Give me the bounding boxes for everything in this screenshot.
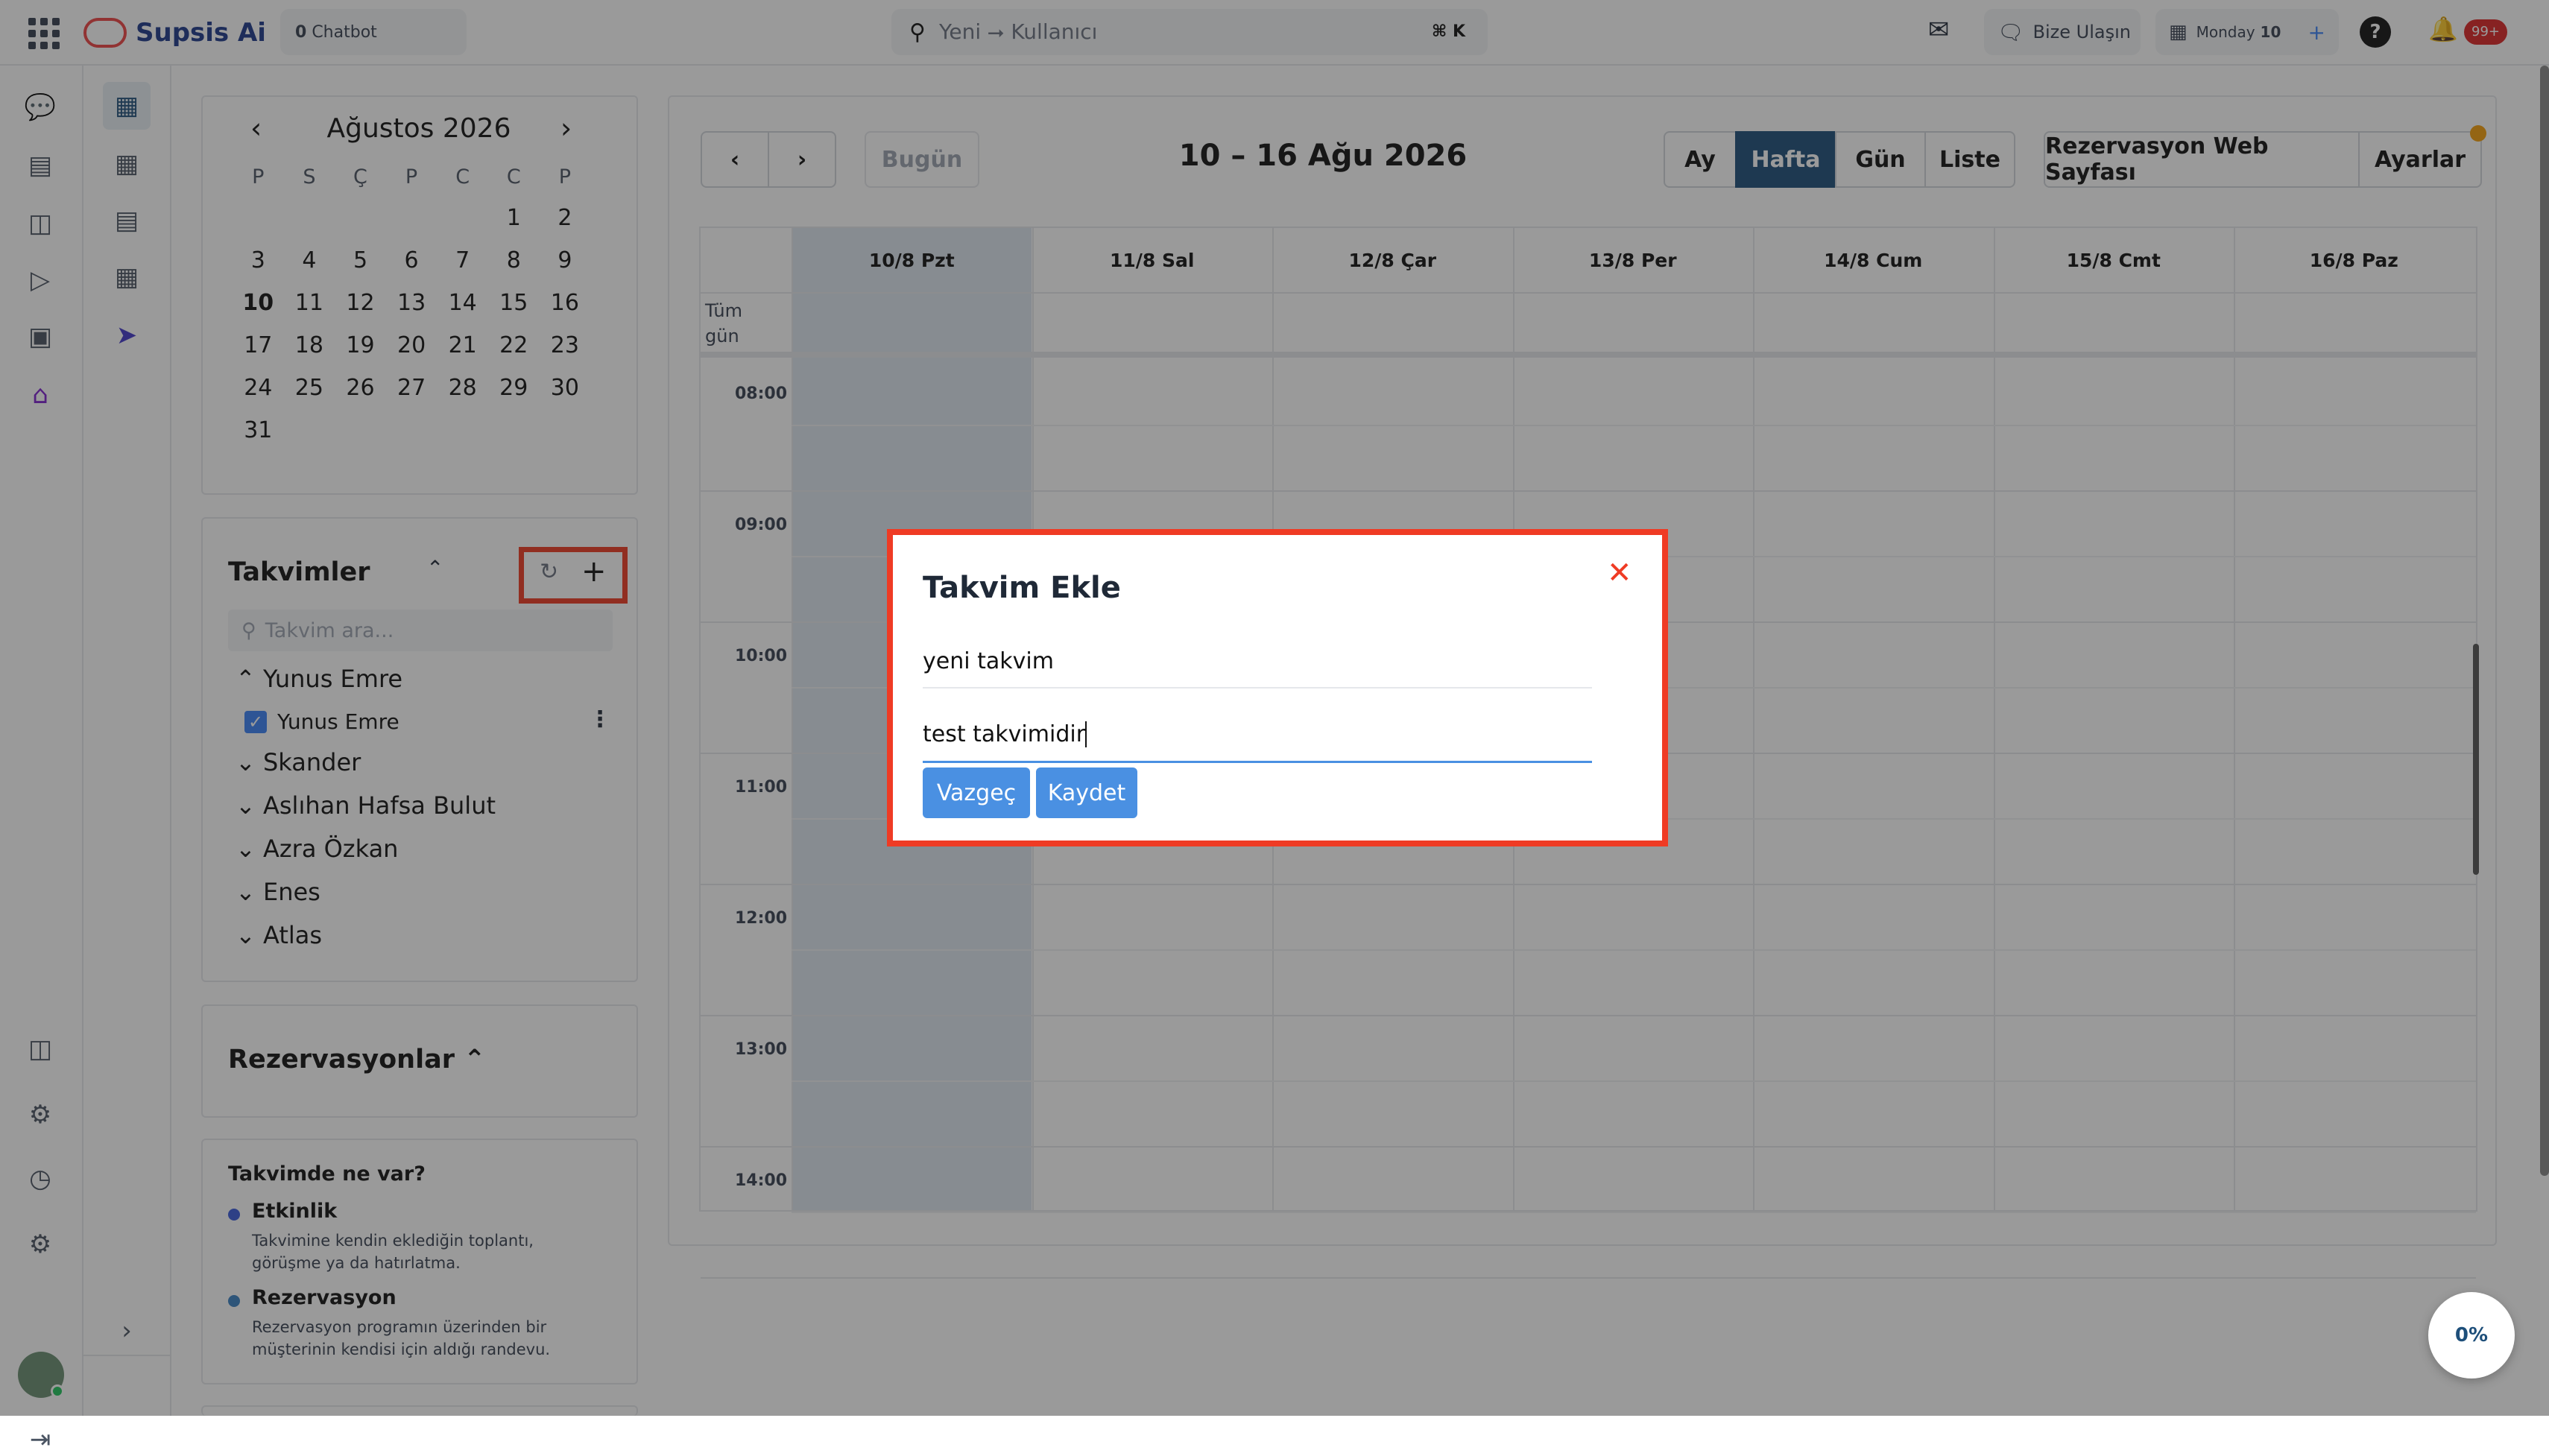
description-text: test takvimidir	[923, 721, 1086, 747]
save-button[interactable]: Kaydet	[1036, 767, 1137, 818]
close-icon[interactable]: ✕	[1607, 556, 1632, 590]
calendar-name-input[interactable]: yeni takvim	[923, 648, 1592, 689]
progress-indicator[interactable]: 0%	[2428, 1292, 2515, 1379]
logout-icon[interactable]: ⇥	[24, 1423, 57, 1456]
calendar-description-input[interactable]: test takvimidir	[923, 721, 1592, 763]
cancel-button[interactable]: Vazgeç	[923, 767, 1030, 818]
text-cursor	[1085, 721, 1094, 747]
dialog-title: Takvim Ekle	[923, 571, 1121, 605]
